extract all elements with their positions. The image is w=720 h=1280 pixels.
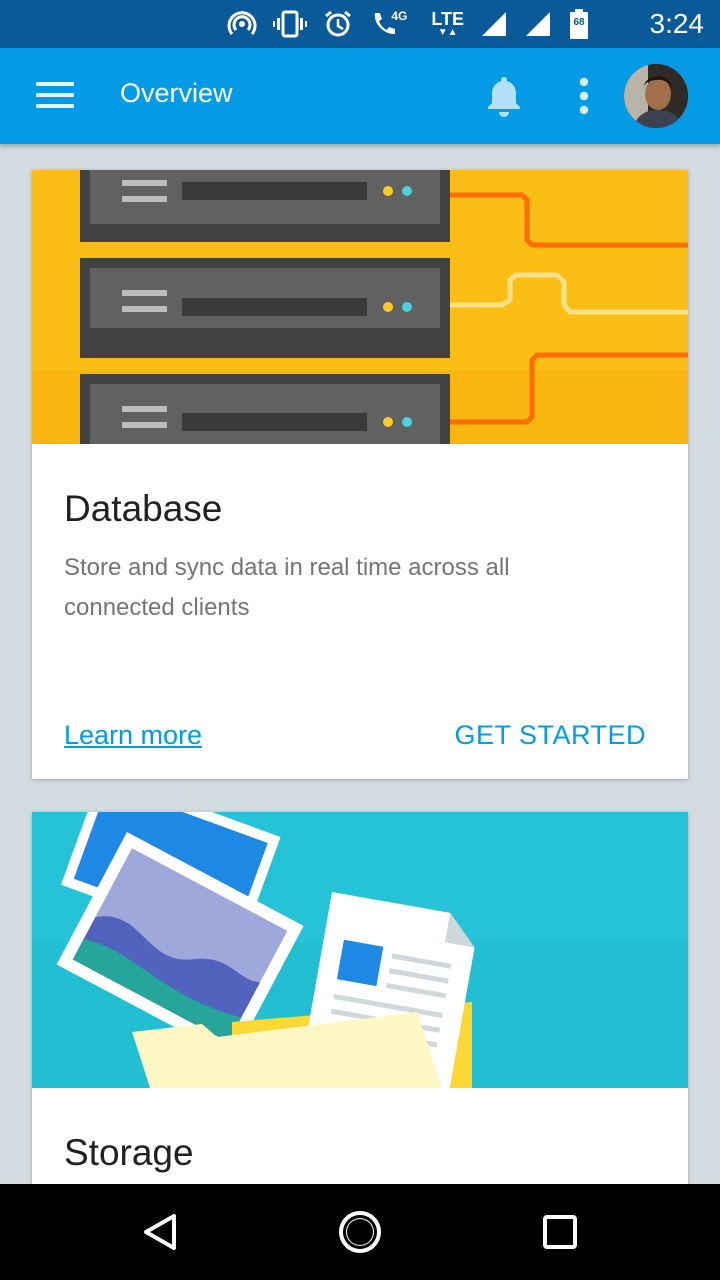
home-icon[interactable] — [336, 1208, 384, 1256]
recents-icon[interactable] — [536, 1208, 584, 1256]
signal-icon — [524, 6, 552, 42]
page-title: Overview — [120, 78, 233, 108]
clock: 3:24 — [649, 8, 705, 39]
battery-level: 68 — [573, 17, 585, 28]
app-bar: Overview — [0, 48, 720, 144]
database-illustration — [32, 170, 688, 444]
vibrate-icon — [273, 6, 308, 42]
more-vert-icon[interactable] — [572, 76, 596, 116]
network-type-sub: 4G — [391, 9, 408, 23]
database-card: Database Store and sync data in real tim… — [32, 170, 688, 779]
battery-icon: 68 — [568, 6, 590, 42]
card-title: Storage — [64, 1132, 194, 1173]
learn-more-link[interactable]: Learn more — [64, 720, 202, 751]
notifications-bell-icon[interactable] — [484, 74, 524, 118]
lte-icon: LTE ▼▲ — [431, 9, 464, 38]
storage-card: Storage — [32, 812, 688, 1192]
menu-icon[interactable] — [36, 82, 74, 110]
status-icons: 4G LTE ▼▲ 68 — [227, 6, 590, 42]
storage-illustration — [32, 812, 688, 1088]
avatar[interactable] — [624, 64, 688, 128]
card-title: Database — [64, 488, 223, 529]
back-icon[interactable] — [136, 1208, 184, 1256]
network-type-label: LTE — [431, 9, 464, 29]
signal-icon — [480, 6, 508, 42]
status-bar: 4G LTE ▼▲ 68 3:24 — [0, 0, 720, 48]
wifi-calling-icon: 4G — [369, 6, 415, 42]
card-description: Store and sync data in real time across … — [64, 554, 510, 621]
alarm-icon — [323, 6, 353, 42]
hotspot-icon — [227, 6, 257, 42]
navigation-bar — [0, 1184, 720, 1280]
get-started-button[interactable]: GET STARTED — [454, 720, 646, 751]
